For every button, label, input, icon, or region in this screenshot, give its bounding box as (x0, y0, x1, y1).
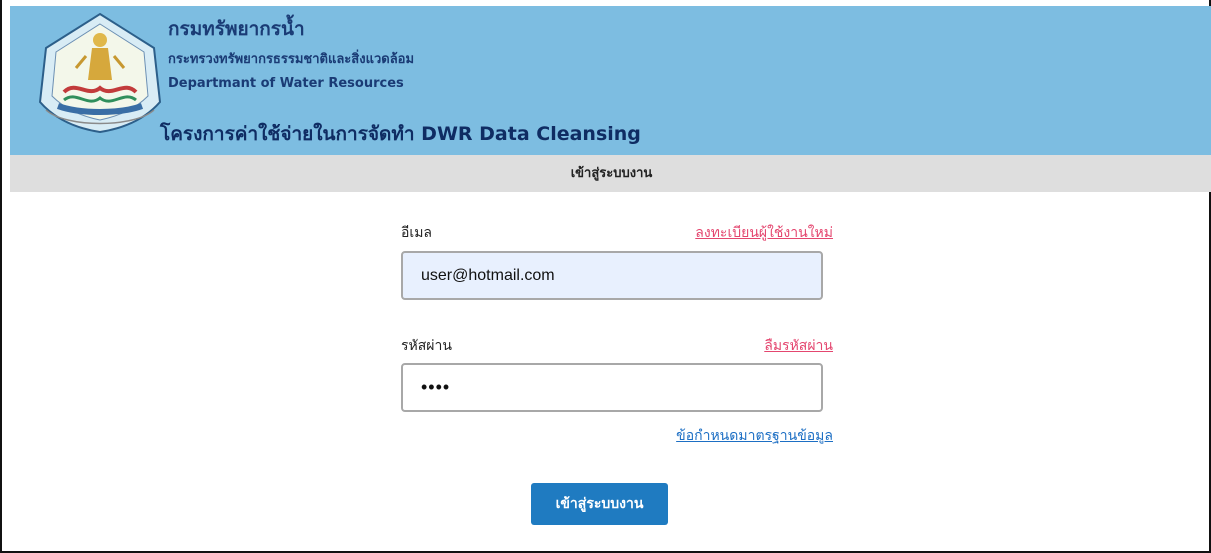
email-label: อีเมล (401, 225, 433, 241)
password-field[interactable] (401, 363, 823, 412)
header-banner: กรมทรัพยากรน้ำ กระทรวงทรัพยากรธรรมชาติแล… (10, 6, 1211, 155)
login-button[interactable]: เข้าสู่ระบบงาน (531, 483, 668, 525)
data-standards-link[interactable]: ข้อกำหนดมาตรฐานข้อมูล (676, 425, 833, 447)
email-field[interactable] (401, 251, 823, 300)
ministry-name: กระทรวงทรัพยากรธรรมชาติและสิ่งแวดล้อม (168, 52, 415, 67)
password-label: รหัสผ่าน (401, 338, 452, 354)
forgot-password-link[interactable]: ลืมรหัสผ่าน (764, 335, 833, 357)
register-link[interactable]: ลงทะเบียนผู้ใช้งานใหม่ (695, 222, 833, 244)
page-frame: กรมทรัพยากรน้ำ กระทรวงทรัพยากรธรรมชาติแล… (0, 0, 1211, 553)
project-title: โครงการค่าใช้จ่ายในการจัดทำ DWR Data Cle… (160, 123, 641, 145)
login-subheader: เข้าสู่ระบบงาน (10, 155, 1211, 192)
org-name-en: Departmant of Water Resources (168, 76, 404, 91)
dwr-emblem-icon (38, 12, 162, 134)
org-name-th: กรมทรัพยากรน้ำ (168, 18, 305, 40)
